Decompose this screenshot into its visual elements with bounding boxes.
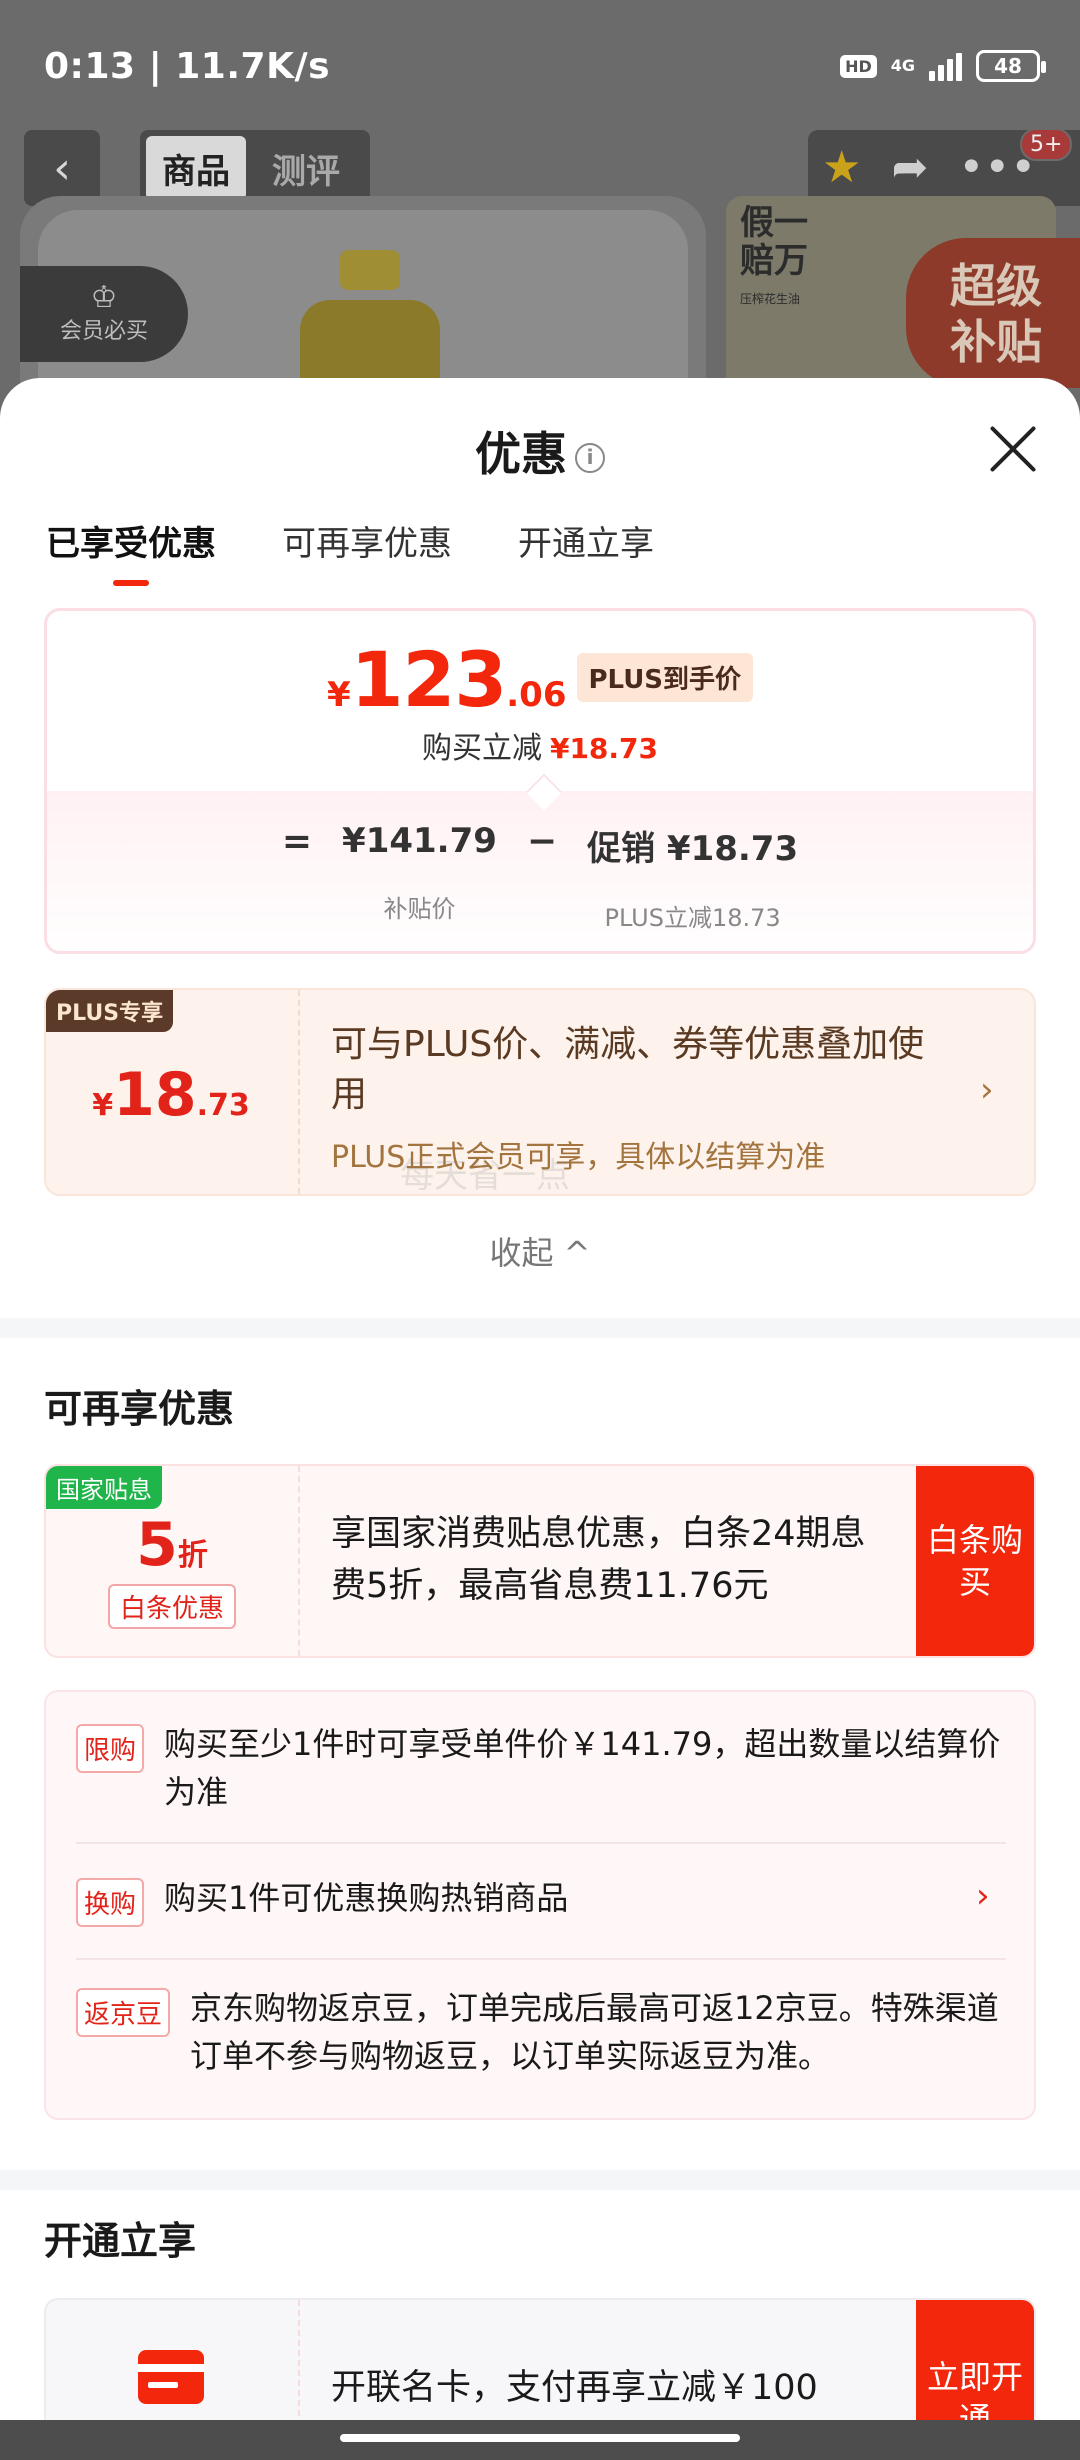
- reduction-value: ¥18.73: [549, 732, 659, 765]
- promo-row-exchange[interactable]: 换购 购买1件可优惠换购热销商品 ›: [76, 1874, 1006, 1930]
- subsidy-price-label: 补贴价: [383, 895, 456, 923]
- co-brand-card-offer: 开联名卡，支付再享立减￥100 立即开通: [44, 2298, 1036, 2428]
- price-integer: 123: [350, 635, 508, 724]
- promo-row-beans: 返京豆 京东购物返京豆，订单完成后最高可返12京豆。特殊渠道订单不参与购物返豆，…: [76, 1984, 1006, 2094]
- sheet-title-text: 优惠: [475, 427, 567, 481]
- reduction-label: 购买立减: [421, 731, 542, 766]
- tab-open[interactable]: 开通立享: [518, 516, 654, 586]
- promotion-value: 促销 ¥18.73: [587, 829, 799, 869]
- subsidy-price-column: ¥141.79 补贴价: [342, 821, 497, 924]
- battery-icon: 48: [976, 50, 1046, 82]
- chevron-right-icon: ›: [980, 1070, 994, 1110]
- plus-amount: ¥18.73: [46, 1060, 296, 1130]
- co-brand-card-left: [46, 2300, 298, 2428]
- baitiao-discount-tag: 白条优惠: [108, 1584, 237, 1629]
- plus-price-tag: PLUS到手价: [576, 653, 754, 702]
- notification-badge: 5+: [1020, 128, 1073, 161]
- product-tabs: 商品 测评: [140, 130, 370, 206]
- co-brand-card-text: 开联名卡，支付再享立减￥100: [331, 2368, 818, 2408]
- open-now-button[interactable]: 立即开通: [916, 2300, 1034, 2428]
- coupon-divider: [298, 1466, 300, 1656]
- chevron-right-icon: ›: [976, 1876, 990, 1916]
- discount-tabs: 已享受优惠 可再享优惠 开通立享: [46, 516, 654, 586]
- member-must-buy-badge: ♔ 会员必买: [20, 266, 188, 362]
- instant-reduction: 购买立减 ¥18.73: [47, 723, 1033, 767]
- network-type: 4G: [890, 56, 915, 75]
- collapse-button[interactable]: 收起 ^: [0, 1228, 1080, 1274]
- promo-divider: [76, 1958, 1006, 1960]
- member-badge-label: 会员必买: [59, 319, 148, 344]
- section-separator: [0, 2170, 1080, 2190]
- watermark: 每天省一点: [400, 1156, 570, 1196]
- discount-sheet: 优惠 i 已享受优惠 可再享优惠 开通立享 ¥123.06 PLUS到手价 购买立减…: [0, 378, 1080, 2428]
- super-subsidy-badge: 超级补贴: [906, 238, 1080, 388]
- promo-tag-beans: 返京豆: [76, 1988, 171, 2037]
- promotion-list: 限购 购买至少1件时可享受单件价￥141.79，超出数量以结算价为准 换购 购买…: [44, 1690, 1036, 2120]
- final-price: ¥123.06 PLUS到手价: [47, 635, 1033, 724]
- hd-icon: HD: [840, 54, 877, 78]
- promo-text-limit: 购买至少1件时可享受单件价￥141.79，超出数量以结算价为准: [164, 1725, 1001, 1811]
- price-decimal: .06: [506, 675, 567, 715]
- back-button[interactable]: ‹: [24, 130, 100, 206]
- baitiao-buy-button[interactable]: 白条购买: [916, 1466, 1034, 1656]
- plus-amount-integer: 18: [113, 1060, 197, 1130]
- baitiao-coupon-card: 国家贴息 5折 白条优惠 享国家消费贴息优惠，白条24期息费5折，最高省息费11…: [44, 1464, 1036, 1658]
- plus-amount-currency: ¥: [92, 1088, 114, 1123]
- signal-icon: [929, 51, 962, 81]
- coupon-divider: [298, 2300, 300, 2428]
- crown-icon: ♔: [90, 280, 118, 315]
- subsidy-price-value: ¥141.79: [342, 821, 497, 861]
- guarantee-small: 压榨花生油: [740, 292, 801, 306]
- sheet-title: 优惠 i: [0, 418, 1080, 484]
- promo-tag-limit: 限购: [76, 1724, 145, 1773]
- national-subsidy-flag: 国家贴息: [46, 1466, 162, 1509]
- tab-product[interactable]: 商品: [146, 136, 246, 200]
- baitiao-coupon-left: 国家贴息 5折 白条优惠: [46, 1466, 298, 1656]
- chevron-left-icon: ‹: [53, 142, 71, 194]
- price-breakdown-card: ¥123.06 PLUS到手价 购买立减 ¥18.73 = ¥141.79 补贴价 …: [44, 608, 1036, 954]
- tab-review[interactable]: 测评: [256, 136, 356, 200]
- baitiao-description: 享国家消费贴息优惠，白条24期息费5折，最高省息费11.76元: [331, 1514, 866, 1606]
- promo-text-exchange: 购买1件可优惠换购热销商品: [164, 1879, 569, 1917]
- credit-card-icon: [138, 2350, 204, 2404]
- share-icon[interactable]: ➦: [891, 146, 928, 190]
- price-currency: ¥: [326, 675, 351, 715]
- promotion-label: PLUS立减18.73: [604, 904, 781, 932]
- discount-number: 5: [136, 1510, 178, 1580]
- available-section-title: 可再享优惠: [44, 1387, 235, 1431]
- promo-divider: [76, 1842, 1006, 1844]
- promo-text-beans: 京东购物返京豆，订单完成后最高可返12京豆。特殊渠道订单不参与购物返豆，以订单实…: [190, 1989, 999, 2075]
- tab-enjoyed[interactable]: 已享受优惠: [46, 516, 216, 586]
- plus-divider: [298, 990, 300, 1194]
- plus-exclusive-flag: PLUS专享: [46, 990, 174, 1032]
- minus-sign: −: [526, 821, 558, 862]
- guarantee-line2: 赔万: [740, 241, 808, 281]
- plus-description: 可与PLUS价、满减、券等优惠叠加使用: [331, 1024, 925, 1115]
- section-separator: [0, 1318, 1080, 1338]
- plus-amount-decimal: .73: [196, 1088, 250, 1123]
- close-button[interactable]: [988, 424, 1038, 474]
- promo-row-limit: 限购 购买至少1件时可享受单件价￥141.79，超出数量以结算价为准: [76, 1720, 1006, 1820]
- open-section-title: 开通立享: [44, 2219, 197, 2263]
- favorite-star-icon[interactable]: ★: [822, 146, 861, 190]
- status-indicators: HD 4G 48: [840, 50, 1046, 82]
- home-indicator[interactable]: [340, 2434, 740, 2442]
- tab-available[interactable]: 可再享优惠: [282, 516, 452, 586]
- genuine-guarantee-label: 假一 赔万 压榨花生油: [740, 204, 840, 318]
- bottle-cap-shape: [340, 250, 400, 290]
- equals-sign: =: [281, 821, 313, 862]
- status-time: 0:13 | 11.7K/s: [44, 46, 331, 87]
- discount-rate: 5折: [46, 1510, 298, 1580]
- guarantee-line1: 假一: [740, 203, 808, 243]
- price-formula: = ¥141.79 补贴价 − 促销 ¥18.73 PLUS立减18.73: [47, 821, 1033, 933]
- discount-unit: 折: [177, 1538, 208, 1573]
- promo-tag-exchange: 换购: [76, 1878, 145, 1927]
- status-bar: 0:13 | 11.7K/s HD 4G 48: [0, 0, 1080, 130]
- promotion-column: 促销 ¥18.73 PLUS立减18.73: [587, 821, 798, 933]
- info-icon[interactable]: i: [575, 442, 605, 473]
